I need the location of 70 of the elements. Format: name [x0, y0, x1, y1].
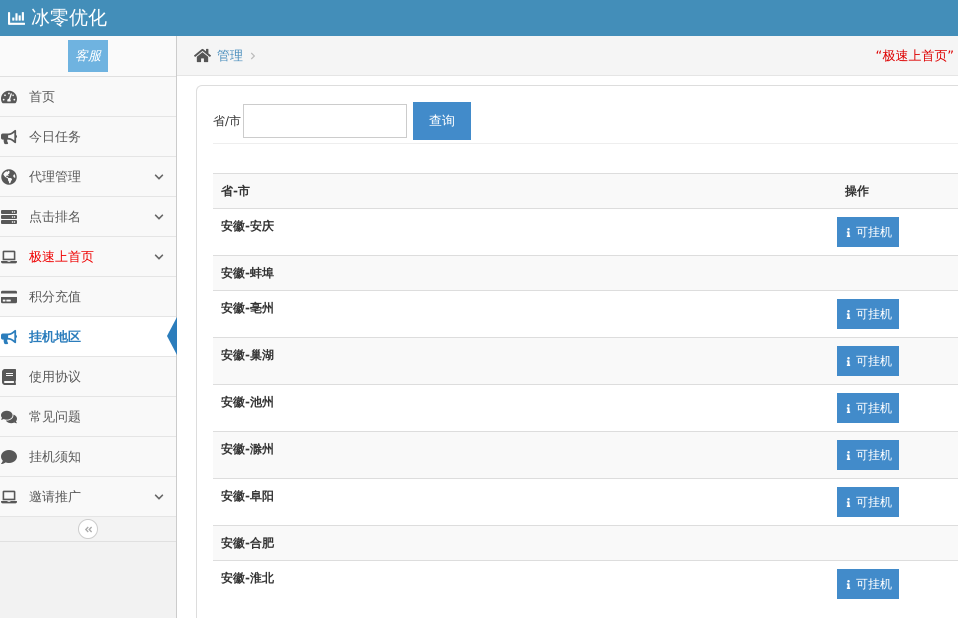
sidebar-item[interactable]: 极速上首页	[0, 237, 176, 277]
home-icon	[194, 47, 211, 64]
info-icon	[844, 450, 853, 460]
sidebar-item-label: 首页	[29, 88, 56, 106]
sidebar-item-label: 常见问题	[29, 408, 82, 426]
table-cell-text: 安徽-滁州	[220, 441, 275, 458]
collapse-sidebar-button[interactable]	[78, 519, 98, 539]
sidebar-item[interactable]: 挂机须知	[0, 437, 176, 477]
sidebar-item[interactable]: 挂机地区	[0, 317, 176, 357]
globe-icon	[1, 168, 17, 184]
customer-service-button[interactable]: 客服	[68, 40, 108, 72]
double-chevron-left-icon	[84, 524, 92, 534]
table-cell-text: 安徽-池州	[220, 394, 275, 411]
sidebar-item-label: 极速上首页	[29, 248, 95, 266]
chat-bubbles-icon	[1, 408, 17, 424]
hangup-available-button[interactable]: 可挂机	[837, 440, 899, 470]
credit-card-icon	[1, 288, 17, 304]
sidebar-item-label: 积分充值	[29, 288, 82, 306]
sidebar-item[interactable]: 使用协议	[0, 357, 176, 397]
megaphone-icon	[1, 128, 17, 144]
table-cell-text: 安徽-淮北	[220, 570, 275, 587]
sidebar-item-label: 今日任务	[29, 128, 82, 146]
laptop-icon	[1, 248, 17, 264]
table-cell-text: 安徽-阜阳	[220, 488, 275, 505]
sidebar-item[interactable]: 首页	[0, 77, 176, 117]
province-city-input[interactable]	[243, 104, 408, 138]
info-icon	[844, 404, 853, 412]
sidebar-item[interactable]: 积分充值	[0, 277, 176, 317]
column-header: 省-市	[220, 183, 251, 200]
app-title: 冰零优化	[31, 6, 107, 31]
book-icon	[1, 368, 17, 384]
info-icon	[844, 580, 853, 588]
table-cell-text: 安徽-亳州	[220, 300, 275, 317]
table-cell-text: 安徽-合肥	[220, 535, 275, 552]
info-icon	[844, 498, 853, 506]
hangup-available-button[interactable]: 可挂机	[837, 569, 899, 599]
sidebar-item-label: 代理管理	[29, 168, 82, 186]
info-icon	[844, 228, 853, 236]
laptop-icon	[1, 488, 17, 504]
field-label: 省/市	[213, 112, 242, 130]
hangup-available-button[interactable]: 可挂机	[837, 393, 899, 423]
query-button[interactable]: 查询	[413, 102, 472, 140]
bar-chart-icon	[8, 10, 25, 26]
sidebar-item-label: 挂机须知	[29, 448, 82, 466]
breadcrumb-link[interactable]: 管理	[217, 46, 243, 64]
hangup-available-button[interactable]: 可挂机	[837, 346, 899, 376]
sidebar-item-label: 挂机地区	[29, 328, 82, 346]
sidebar-item[interactable]: 邀请推广	[0, 477, 176, 517]
notice-text: “极速上首页”	[876, 48, 954, 64]
sidebar-item[interactable]: 点击排名	[0, 197, 176, 237]
info-icon	[844, 310, 853, 318]
sidebar-item-label: 邀请推广	[29, 488, 82, 506]
sidebar-item[interactable]: 常见问题	[0, 397, 176, 437]
table-cell-text: 安徽-巢湖	[220, 347, 275, 364]
column-header: 操作	[844, 183, 870, 200]
server-icon	[1, 208, 17, 224]
sidebar-item[interactable]: 今日任务	[0, 117, 176, 157]
hangup-available-button[interactable]: 可挂机	[837, 487, 899, 517]
sidebar-item-label: 点击排名	[29, 208, 82, 226]
info-icon	[844, 356, 853, 366]
sidebar-item-label: 使用协议	[29, 368, 82, 386]
chevron-right-icon	[249, 52, 257, 60]
chat-bubble-icon	[1, 448, 17, 464]
table-cell-text: 安徽-安庆	[220, 218, 275, 235]
sidebar-item[interactable]: 代理管理	[0, 157, 176, 197]
megaphone-icon	[1, 328, 17, 344]
hangup-available-button[interactable]: 可挂机	[837, 217, 899, 247]
table-cell-text: 安徽-蚌埠	[220, 265, 275, 282]
gauge-icon	[1, 88, 17, 104]
hangup-available-button[interactable]: 可挂机	[837, 299, 899, 329]
